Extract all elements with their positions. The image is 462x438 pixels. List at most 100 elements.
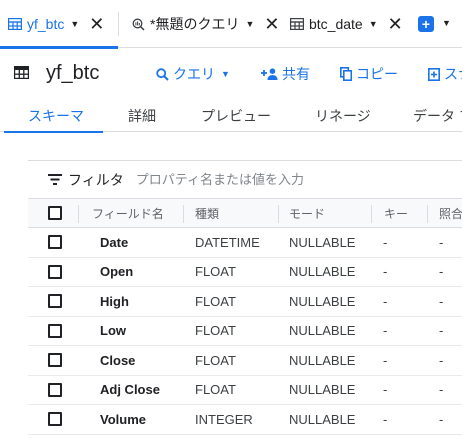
add-tab-button[interactable]: + [418, 16, 434, 32]
tab-schema[interactable]: スキーマ [28, 106, 84, 126]
field-collation: - [439, 411, 444, 427]
field-key: - [383, 411, 388, 427]
filter-bar: フィルタ [28, 160, 462, 198]
snapshot-icon [428, 67, 440, 81]
field-type: INTEGER [195, 411, 253, 427]
row-checkbox[interactable] [48, 405, 62, 434]
field-type: FLOAT [195, 382, 236, 398]
row-checkbox[interactable] [48, 376, 62, 405]
column-divider [427, 205, 428, 223]
field-collation: - [439, 323, 444, 339]
tab-details[interactable]: 詳細 [128, 106, 156, 126]
field-name: Date [100, 234, 129, 250]
schema-table: フィールド名 種類 モード キー 照合 Date DATETIME NULLAB… [28, 198, 462, 435]
field-key: - [383, 264, 388, 280]
field-type: FLOAT [195, 293, 236, 309]
table-row[interactable]: High FLOAT NULLABLE - - [28, 287, 462, 317]
field-mode: NULLABLE [289, 352, 356, 368]
column-divider [183, 205, 184, 223]
field-mode: NULLABLE [289, 234, 356, 250]
field-mode: NULLABLE [289, 323, 356, 339]
table-row[interactable]: Date DATETIME NULLABLE - - [28, 228, 462, 258]
tab-preview[interactable]: プレビュー [201, 106, 271, 126]
person-add-icon [261, 68, 278, 80]
column-header-mode[interactable]: モード [289, 199, 325, 227]
table-icon [290, 18, 304, 30]
field-mode: NULLABLE [289, 264, 356, 280]
filter-icon[interactable] [48, 174, 62, 185]
chevron-down-icon[interactable]: ▼ [369, 19, 378, 29]
field-type: FLOAT [195, 264, 236, 280]
field-type: FLOAT [195, 323, 236, 339]
field-name: Adj Close [100, 382, 160, 398]
field-mode: NULLABLE [289, 293, 356, 309]
filter-input[interactable] [135, 172, 386, 187]
tab-btc-date[interactable]: btc_date ▼ ✕ [288, 0, 410, 48]
share-button[interactable]: 共有 [261, 64, 310, 84]
column-header-type[interactable]: 種類 [195, 199, 219, 227]
field-name: Open [100, 264, 134, 280]
field-mode: NULLABLE [289, 382, 356, 398]
tab-label: *無題のクエリ [150, 16, 240, 32]
query-icon [132, 18, 145, 31]
table-row[interactable]: Adj Close FLOAT NULLABLE - - [28, 376, 462, 405]
table-row[interactable]: Close FLOAT NULLABLE - - [28, 346, 462, 376]
close-icon[interactable]: ✕ [89, 15, 104, 33]
column-header-field-name[interactable]: フィールド名 [92, 199, 164, 227]
close-icon[interactable]: ✕ [388, 15, 403, 33]
query-button[interactable]: クエリ ▼ [156, 64, 230, 84]
field-type: FLOAT [195, 352, 236, 368]
snapshot-button-label: スナ [444, 66, 462, 82]
column-header-key[interactable]: キー [384, 199, 408, 227]
tab-label: btc_date [309, 16, 363, 32]
field-key: - [383, 352, 388, 368]
copy-button[interactable]: コピー [340, 64, 398, 84]
field-key: - [383, 234, 388, 250]
chevron-down-icon[interactable]: ▼ [245, 19, 254, 29]
query-button-label: クエリ [173, 66, 215, 82]
row-checkbox[interactable] [48, 317, 62, 346]
chevron-down-icon[interactable]: ▼ [70, 19, 79, 29]
chevron-down-icon[interactable]: ▼ [442, 18, 451, 28]
detail-tabs: スキーマ 詳細 プレビュー リネージ データ プ [0, 98, 462, 132]
snapshot-button[interactable]: スナ [428, 64, 462, 84]
table-row[interactable]: Open FLOAT NULLABLE - - [28, 258, 462, 287]
table-icon [13, 65, 30, 84]
table-row[interactable]: Volume INTEGER NULLABLE - - [28, 405, 462, 435]
chevron-down-icon: ▼ [221, 69, 230, 79]
row-checkbox[interactable] [48, 346, 62, 375]
share-button-label: 共有 [282, 66, 310, 82]
column-header-collation[interactable]: 照合 [439, 199, 462, 227]
table-row[interactable]: Low FLOAT NULLABLE - - [28, 317, 462, 346]
tab-bar: yf_btc ▼ ✕ *無題のクエリ ▼ ✕ btc_date ▼ ✕ + ▼ [0, 0, 462, 49]
row-checkbox[interactable] [48, 287, 62, 316]
field-collation: - [439, 293, 444, 309]
select-all-checkbox[interactable] [48, 199, 62, 227]
tab-lineage[interactable]: リネージ [315, 106, 371, 126]
field-collation: - [439, 382, 444, 398]
field-mode: NULLABLE [289, 411, 356, 427]
field-name: Low [100, 323, 126, 339]
close-icon[interactable]: ✕ [264, 15, 279, 33]
field-collation: - [439, 352, 444, 368]
table-header: フィールド名 種類 モード キー 照合 [28, 198, 462, 228]
field-name: Volume [100, 411, 146, 427]
tab-untitled-query[interactable]: *無題のクエリ ▼ ✕ [126, 0, 279, 48]
row-checkbox[interactable] [48, 228, 62, 257]
tab-yf-btc[interactable]: yf_btc ▼ ✕ [0, 0, 119, 49]
row-checkbox[interactable] [48, 258, 62, 287]
field-collation: - [439, 234, 444, 250]
copy-button-label: コピー [356, 66, 398, 82]
column-divider [371, 205, 372, 223]
tab-data-profile[interactable]: データ プ [413, 106, 462, 126]
copy-icon [340, 67, 352, 81]
column-divider [78, 205, 79, 223]
field-key: - [383, 293, 388, 309]
field-name: Close [100, 352, 136, 368]
filter-label: フィルタ [68, 171, 124, 188]
tab-divider [118, 12, 119, 36]
resource-header: yf_btc クエリ ▼ 共有 コピー スナ [0, 48, 462, 98]
column-divider [278, 205, 279, 223]
field-key: - [383, 323, 388, 339]
page-title: yf_btc [46, 62, 100, 84]
